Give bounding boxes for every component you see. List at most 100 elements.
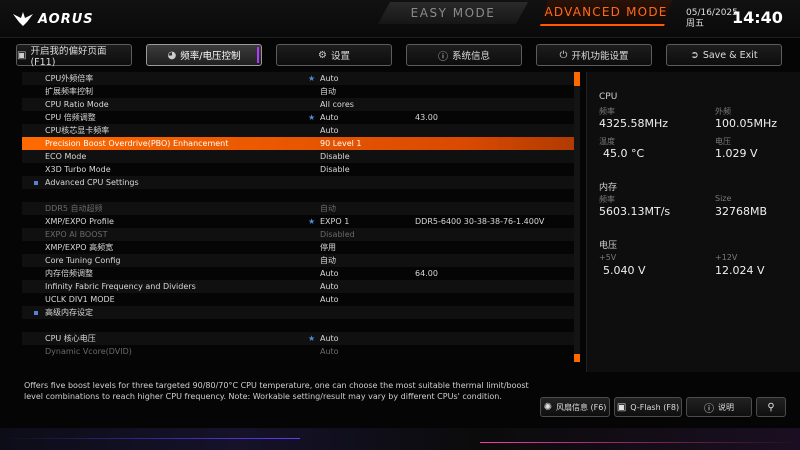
qflash-button[interactable]: ▣ Q-Flash (F8) bbox=[614, 397, 682, 417]
setting-row[interactable]: Dynamic Vcore(DVID) Auto bbox=[22, 345, 576, 358]
setting-label: Advanced CPU Settings bbox=[45, 178, 139, 187]
tab-frequency-voltage[interactable]: ◕ 频率/电压控制 bbox=[146, 44, 262, 66]
cpu-temp-label: 温度 bbox=[599, 137, 615, 146]
setting-row[interactable]: DDR5 自动超频 自动 bbox=[22, 202, 576, 215]
favorite-page-icon: ▣ bbox=[17, 49, 27, 61]
favorite-star-icon[interactable]: ★ bbox=[308, 72, 315, 85]
date-display: 05/16/2025 周五 bbox=[686, 8, 738, 30]
cpu-bclk-value: 100.05MHz bbox=[715, 117, 778, 130]
setting-value[interactable]: Auto bbox=[320, 72, 339, 85]
setting-value[interactable]: 自动 bbox=[320, 202, 336, 215]
weekday-text: 周五 bbox=[686, 19, 705, 29]
setting-row[interactable]: CPU核芯显卡频率 Auto bbox=[22, 124, 576, 137]
tab-label: Save & Exit bbox=[702, 49, 758, 61]
advanced-mode-tab[interactable]: ADVANCED MODE bbox=[540, 0, 672, 26]
setting-row[interactable]: Advanced CPU Settings bbox=[22, 176, 576, 189]
setting-value[interactable]: Auto bbox=[320, 267, 339, 280]
settings-list: CPU外频倍率 ★ Auto 扩展频率控制 自动 CPU Ratio Mode All co… bbox=[22, 72, 576, 366]
submenu-bullet-icon bbox=[34, 311, 38, 315]
tab-favorites[interactable]: ▣ 开启我的偏好页面 (F11) bbox=[16, 44, 132, 68]
setting-value[interactable]: All cores bbox=[320, 98, 354, 111]
setting-value[interactable]: Auto bbox=[320, 345, 339, 358]
setting-value[interactable]: Auto bbox=[320, 111, 339, 124]
fan-info-button[interactable]: ✺ 风扇信息 (F6) bbox=[540, 397, 610, 417]
setting-value[interactable]: Disabled bbox=[320, 228, 355, 241]
favorite-star-icon[interactable]: ★ bbox=[308, 332, 315, 345]
setting-row[interactable]: XMP/EXPO Profile ★ EXPO 1 DDR5-6400 30-38-3… bbox=[22, 215, 576, 228]
setting-detail-value: DDR5-6400 30-38-38-76-1.400V bbox=[415, 217, 545, 226]
setting-label: 高级内存设定 bbox=[45, 308, 93, 317]
setting-label: Dynamic Vcore(DVID) bbox=[45, 347, 132, 356]
setting-value[interactable]: 停用 bbox=[320, 241, 336, 254]
setting-value[interactable]: Auto bbox=[320, 332, 339, 345]
setting-row[interactable]: Core Tuning Config 自动 bbox=[22, 254, 576, 267]
tab-settings[interactable]: ⚙ 设置 bbox=[276, 44, 392, 66]
qflash-icon: ▣ bbox=[616, 401, 627, 413]
p5v-label: +5V bbox=[599, 253, 617, 262]
setting-row[interactable]: 扩展频率控制 自动 bbox=[22, 85, 576, 98]
setting-row bbox=[22, 319, 576, 332]
clock-time: 14:40 bbox=[732, 8, 783, 27]
glow-line bbox=[0, 438, 300, 439]
tab-label: 设置 bbox=[330, 51, 350, 62]
favorite-star-icon[interactable]: ★ bbox=[308, 111, 315, 124]
scrollbar-thumb[interactable] bbox=[574, 72, 580, 86]
setting-row[interactable]: Infinity Fabric Frequency and Dividers Au… bbox=[22, 280, 576, 293]
scrollbar-end[interactable] bbox=[574, 354, 580, 362]
favorite-star-icon[interactable]: ★ bbox=[308, 215, 315, 228]
help-description: Offers five boost levels for three targe… bbox=[24, 381, 529, 401]
cpu-temp-value: 45.0 °C bbox=[603, 147, 645, 160]
tab-system-info[interactable]: ⓘ 系统信息 bbox=[406, 44, 522, 66]
mem-size-value: 32768MB bbox=[715, 205, 768, 218]
setting-value[interactable]: Auto bbox=[320, 124, 339, 137]
setting-label: 扩展频率控制 bbox=[45, 87, 93, 96]
mem-freq-label: 频率 bbox=[599, 195, 615, 204]
setting-row[interactable]: CPU 倍频调整 ★ Auto 43.00 bbox=[22, 111, 576, 124]
settings-scrollbar[interactable] bbox=[574, 72, 580, 362]
tab-active-marker bbox=[255, 47, 259, 63]
setting-row[interactable]: CPU Ratio Mode All cores bbox=[22, 98, 576, 111]
cpu-freq-value: 4325.58MHz bbox=[599, 117, 669, 130]
setting-row[interactable]: X3D Turbo Mode Disable bbox=[22, 163, 576, 176]
setting-row[interactable]: XMP/EXPO 高频宽 停用 bbox=[22, 241, 576, 254]
search-button[interactable]: ⚲ bbox=[756, 397, 786, 417]
cpu-volt-value: 1.029 V bbox=[715, 147, 758, 160]
info-icon: ⓘ bbox=[437, 51, 448, 63]
button-label: 风扇信息 (F6) bbox=[555, 402, 607, 412]
help-button[interactable]: ⓘ 说明 bbox=[686, 397, 752, 417]
setting-value[interactable]: Auto bbox=[320, 280, 339, 293]
setting-detail-value: 64.00 bbox=[415, 269, 438, 278]
setting-value[interactable]: Disable bbox=[320, 163, 350, 176]
tab-boot[interactable]: ⏻ 开机功能设置 bbox=[536, 44, 652, 66]
setting-row[interactable]: CPU外频倍率 ★ Auto bbox=[22, 72, 576, 85]
setting-value[interactable]: EXPO 1 bbox=[320, 215, 349, 228]
tab-save-exit[interactable]: ➲ Save & Exit bbox=[666, 44, 782, 66]
setting-value[interactable]: 自动 bbox=[320, 85, 336, 98]
setting-row[interactable]: EXPO AI BOOST Disabled bbox=[22, 228, 576, 241]
setting-value[interactable]: 自动 bbox=[320, 254, 336, 267]
setting-value[interactable]: Auto bbox=[320, 293, 339, 306]
setting-label: Precision Boost Overdrive(PBO) Enhanceme… bbox=[45, 139, 229, 148]
setting-row[interactable]: 高级内存设定 bbox=[22, 306, 576, 319]
setting-label: XMP/EXPO Profile bbox=[45, 217, 114, 226]
setting-row[interactable]: 内存倍频调整 Auto 64.00 bbox=[22, 267, 576, 280]
save-exit-icon: ➲ bbox=[690, 49, 699, 61]
p5v-value: 5.040 V bbox=[603, 264, 646, 277]
setting-label: EXPO AI BOOST bbox=[45, 230, 108, 239]
mem-freq-value: 5603.13MT/s bbox=[599, 205, 671, 218]
cpu-volt-label: 电压 bbox=[715, 137, 731, 146]
easy-mode-tab[interactable]: EASY MODE bbox=[378, 2, 528, 24]
p12v-label: +12V bbox=[715, 253, 738, 262]
setting-row[interactable]: CPU 核心电压 ★ Auto bbox=[22, 332, 576, 345]
cpu-section-title: CPU bbox=[599, 92, 618, 102]
setting-label: X3D Turbo Mode bbox=[45, 165, 111, 174]
setting-value[interactable]: 90 Level 1 bbox=[320, 137, 361, 150]
setting-label: ECO Mode bbox=[45, 152, 87, 161]
gear-icon: ⚙ bbox=[318, 49, 327, 61]
setting-value[interactable]: Disable bbox=[320, 150, 350, 163]
setting-row[interactable]: »Precision Boost Overdrive(PBO) Enhancem… bbox=[22, 137, 576, 150]
setting-row[interactable]: UCLK DIV1 MODE Auto bbox=[22, 293, 576, 306]
p12v-value: 12.024 V bbox=[715, 264, 765, 277]
setting-row[interactable]: ECO Mode Disable bbox=[22, 150, 576, 163]
aorus-eagle-icon bbox=[13, 12, 33, 26]
